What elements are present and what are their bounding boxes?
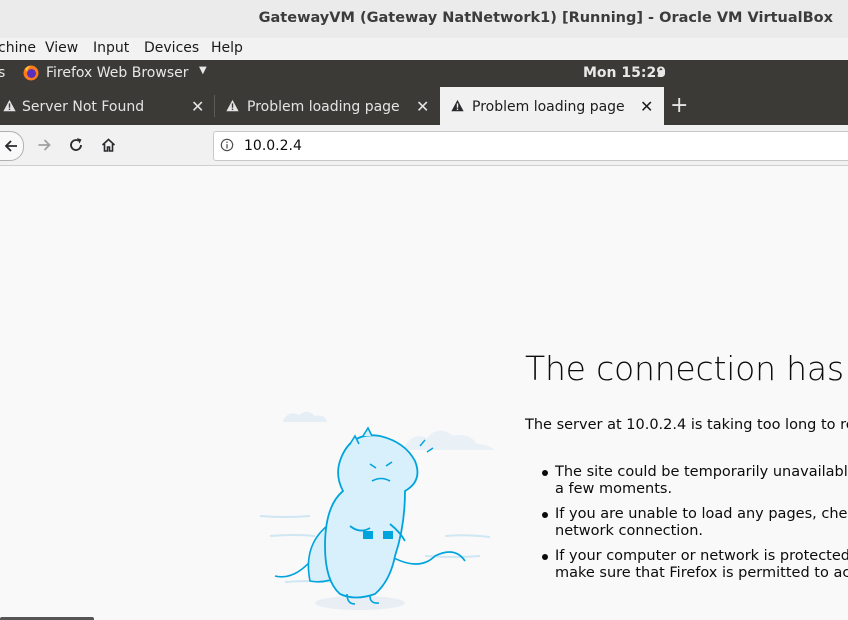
error-description: The server at 10.0.2.4 is taking too lon… [525, 417, 848, 433]
tab-server-not-found[interactable]: Server Not Found ✕ [0, 87, 215, 125]
tab-label: Server Not Found [22, 99, 145, 115]
dinosaur-illustration [259, 411, 495, 610]
warning-icon [451, 99, 464, 112]
list-item-line: If your computer or network is protected… [555, 548, 848, 564]
list-item: The site could be temporarily unavailabl… [540, 464, 848, 498]
list-item-line: If you are unable to load any pages, che… [555, 506, 848, 522]
arrow-right-icon[interactable] [36, 137, 53, 153]
nav-toolbar: 10.0.2.4 [0, 125, 848, 166]
menu-input[interactable]: Input [93, 40, 129, 56]
list-item: If your computer or network is protected… [540, 548, 848, 582]
warning-icon [3, 99, 16, 112]
list-item: If you are unable to load any pages, che… [540, 506, 848, 540]
menu-machine[interactable]: chine [0, 40, 36, 56]
menu-view[interactable]: View [45, 40, 78, 56]
menu-devices[interactable]: Devices [144, 40, 199, 56]
activities-button[interactable]: s [0, 65, 5, 81]
tab-label: Problem loading page [472, 99, 625, 115]
list-item-line: make sure that Firefox is permitted to a… [555, 565, 848, 581]
arrow-left-icon [4, 140, 17, 152]
close-icon[interactable]: ✕ [416, 97, 429, 116]
menu-help[interactable]: Help [211, 40, 243, 56]
list-item-line: a few moments. [555, 481, 673, 497]
url-bar[interactable]: 10.0.2.4 [213, 131, 848, 161]
error-page: The connection has tir The server at 10.… [0, 166, 848, 620]
tab-problem-loading-1[interactable]: Problem loading page ✕ [215, 87, 440, 125]
close-icon[interactable]: ✕ [640, 97, 653, 116]
ubuntu-top-panel: s Firefox Web Browser ▼ Mon 15:29 [0, 60, 848, 87]
warning-icon [226, 99, 239, 112]
vbox-menu-bar: chine View Input Devices Help [0, 38, 848, 60]
reload-icon[interactable] [68, 137, 84, 153]
tab-label: Problem loading page [247, 99, 400, 115]
new-tab-icon[interactable]: + [670, 93, 688, 118]
error-title: The connection has tir [525, 349, 848, 388]
tab-problem-loading-active[interactable]: Problem loading page ✕ [440, 87, 664, 125]
tab-strip: Server Not Found ✕ Problem loading page … [0, 87, 848, 125]
list-item-line: The site could be temporarily unavailabl… [555, 464, 848, 480]
clock[interactable]: Mon 15:29 [583, 65, 666, 81]
chevron-down-icon[interactable]: ▼ [199, 65, 207, 76]
home-icon[interactable] [100, 137, 117, 153]
app-menu-label[interactable]: Firefox Web Browser [46, 65, 189, 81]
close-icon[interactable]: ✕ [191, 97, 204, 116]
list-item-line: network connection. [555, 523, 703, 539]
error-suggestions: The site could be temporarily unavailabl… [540, 464, 848, 590]
info-icon[interactable] [220, 138, 234, 152]
notification-dot-icon [658, 70, 665, 77]
firefox-icon [23, 65, 39, 81]
window-title: GatewayVM (Gateway NatNetwork1) [Running… [258, 10, 833, 26]
vbox-title-bar: GatewayVM (Gateway NatNetwork1) [Running… [0, 0, 848, 39]
url-text[interactable]: 10.0.2.4 [244, 138, 302, 154]
back-button[interactable] [0, 131, 24, 161]
